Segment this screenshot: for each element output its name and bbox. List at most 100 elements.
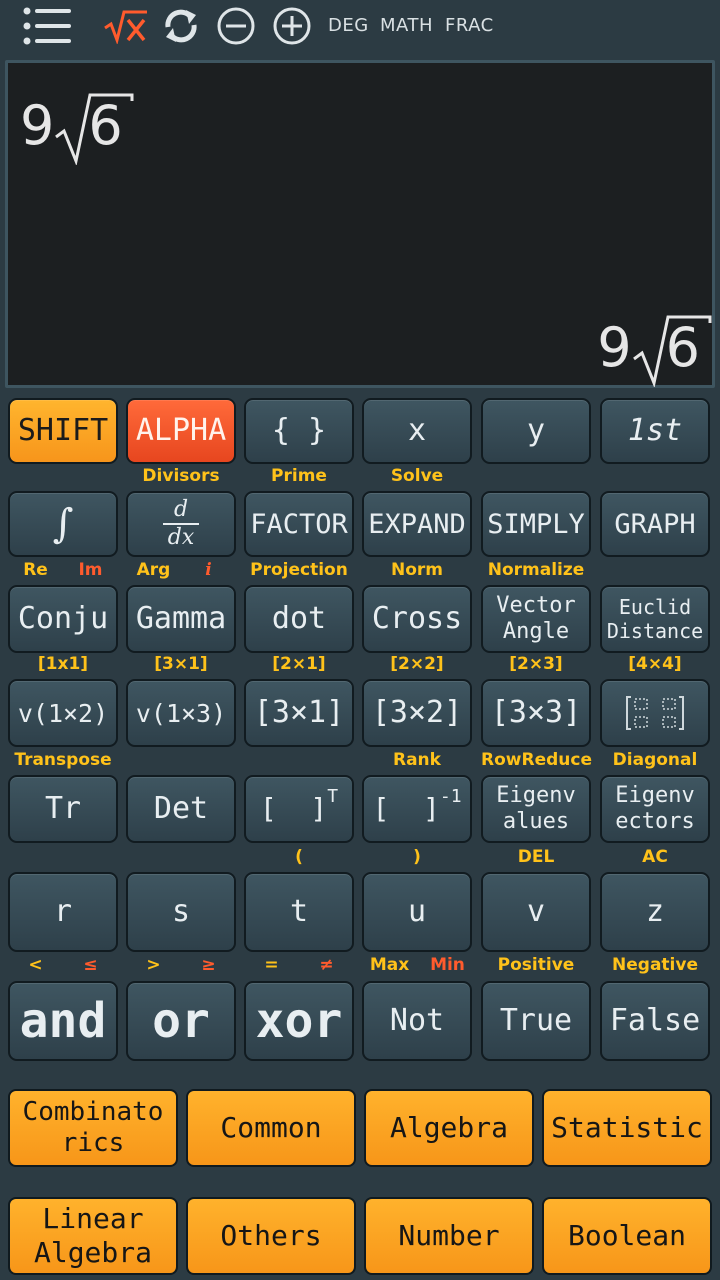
eigenvectors-key[interactable]: Eigenv ectors [600, 775, 710, 843]
label-greater-equal: ≥ [201, 955, 216, 975]
shift-key[interactable]: SHIFT [8, 398, 118, 464]
euclid-distance-line1: Euclid [618, 595, 692, 619]
label-divisors: Divisors [142, 466, 220, 486]
derivative-denominator: dx [167, 525, 195, 550]
variable-t-key[interactable]: t [244, 872, 354, 952]
category-number[interactable]: Number [364, 1197, 534, 1275]
first-page-key[interactable]: 1st [600, 398, 710, 464]
derivative-numerator: d [173, 497, 189, 522]
not-key[interactable]: Not [362, 981, 472, 1061]
label-del: DEL [517, 847, 555, 867]
expression-coefficient: 9 [20, 94, 55, 157]
vector-1x3-key[interactable]: v(1×3) [126, 679, 236, 747]
conjugate-key[interactable]: Conju [8, 585, 118, 653]
minus-circle-icon[interactable] [214, 4, 258, 48]
calculator-display[interactable]: 9 6 9 6 [5, 60, 715, 388]
true-key[interactable]: True [481, 981, 591, 1061]
category-combinatorics-line2: rics [61, 1128, 125, 1158]
vector-angle-line2: Angle [502, 619, 570, 644]
simplify-key[interactable]: SIMPLY [481, 491, 591, 557]
integral-key[interactable]: ∫ [8, 491, 118, 557]
alpha-key[interactable]: ALPHA [126, 398, 236, 464]
label-matrix-3x1: [3×1] [154, 654, 208, 674]
input-expression[interactable]: 9 6 [20, 75, 134, 165]
label-close-paren: ) [413, 847, 421, 867]
input-mode-toggle[interactable]: MATH [380, 12, 433, 40]
result-coefficient: 9 [597, 316, 632, 379]
category-linear-algebra[interactable]: Linear Algebra [8, 1197, 178, 1275]
variable-v-key[interactable]: v [481, 872, 591, 952]
eigenvectors-line1: Eigenv [615, 782, 695, 808]
label-less-than: < [28, 955, 43, 975]
graph-key[interactable]: GRAPH [600, 491, 710, 557]
label-equal: = [264, 955, 279, 975]
and-key[interactable]: and [8, 981, 118, 1061]
category-boolean[interactable]: Boolean [542, 1197, 712, 1275]
variable-u-key[interactable]: u [362, 872, 472, 952]
xor-key[interactable]: xor [244, 981, 354, 1061]
or-key[interactable]: or [126, 981, 236, 1061]
matrix-template-icon [626, 696, 684, 730]
refresh-icon[interactable] [160, 4, 202, 48]
expression-radical: 6 [54, 93, 134, 165]
matrix-3x1-key[interactable]: [3×1] [244, 679, 354, 747]
matrix-3x2-key[interactable]: [3×2] [362, 679, 472, 747]
vector-angle-key[interactable]: Vector Angle [481, 585, 591, 653]
inverse-key[interactable]: [ ] -1 [362, 775, 472, 843]
transpose-key[interactable]: [ ] T [244, 775, 354, 843]
label-matrix-4x4: [4×4] [628, 654, 682, 674]
label-diagonal: Diagonal [612, 750, 698, 770]
vector-1x2-key[interactable]: v(1×2) [8, 679, 118, 747]
label-matrix-2x1: [2×1] [272, 654, 326, 674]
sqrt-x-icon[interactable] [100, 4, 150, 48]
label-matrix-1x1: [1x1] [37, 654, 89, 674]
category-statistic[interactable]: Statistic [542, 1089, 712, 1167]
gamma-key[interactable]: Gamma [126, 585, 236, 653]
trace-key[interactable]: Tr [8, 775, 118, 843]
transpose-superscript: T [327, 786, 339, 807]
label-open-paren: ( [295, 847, 303, 867]
variable-s-key[interactable]: s [126, 872, 236, 952]
cross-product-key[interactable]: Cross [362, 585, 472, 653]
euclid-distance-key[interactable]: Euclid Distance [600, 585, 710, 653]
label-max: Max [369, 955, 410, 975]
category-algebra[interactable]: Algebra [364, 1089, 534, 1167]
eigenvalues-key[interactable]: Eigenv alues [481, 775, 591, 843]
label-rowreduce: RowReduce [481, 750, 592, 770]
variable-z-key[interactable]: z [600, 872, 710, 952]
false-key[interactable]: False [600, 981, 710, 1061]
category-combinatorics-line1: Combinato [22, 1096, 164, 1127]
variable-y-key[interactable]: y [481, 398, 591, 464]
label-projection: Projection [250, 560, 348, 580]
angle-mode-toggle[interactable]: DEG [328, 12, 369, 40]
derivative-fraction: d dx [163, 499, 199, 549]
expand-key[interactable]: EXPAND [362, 491, 472, 557]
label-solve: Solve [390, 466, 444, 486]
plus-circle-icon[interactable] [270, 4, 314, 48]
label-normalize: Normalize [487, 560, 585, 580]
label-negative: Negative [612, 955, 698, 975]
eigenvalues-line1: Eigenv [496, 782, 576, 808]
matrix-3x3-key[interactable]: [3×3] [481, 679, 591, 747]
result-output: 9 6 [597, 297, 712, 387]
derivative-key[interactable]: d dx [126, 491, 236, 557]
factor-key[interactable]: FACTOR [244, 491, 354, 557]
label-norm: Norm [390, 560, 443, 580]
variable-x-key[interactable]: x [362, 398, 472, 464]
category-common[interactable]: Common [186, 1089, 356, 1167]
menu-icon[interactable] [20, 4, 76, 48]
inverse-superscript: -1 [439, 786, 462, 807]
dot-product-key[interactable]: dot [244, 585, 354, 653]
inverse-brackets: [ ] [372, 792, 440, 825]
matrix-template-key[interactable] [600, 679, 710, 747]
braces-key[interactable]: { } [244, 398, 354, 464]
category-combinatorics[interactable]: Combinato rics [8, 1089, 178, 1167]
label-positive: Positive [497, 955, 575, 975]
label-rank: Rank [393, 750, 441, 770]
label-matrix-2x3: [2×3] [509, 654, 563, 674]
variable-r-key[interactable]: r [8, 872, 118, 952]
output-mode-toggle[interactable]: FRAC [445, 12, 494, 40]
label-less-equal: ≤ [83, 955, 98, 975]
determinant-key[interactable]: Det [126, 775, 236, 843]
category-others[interactable]: Others [186, 1197, 356, 1275]
